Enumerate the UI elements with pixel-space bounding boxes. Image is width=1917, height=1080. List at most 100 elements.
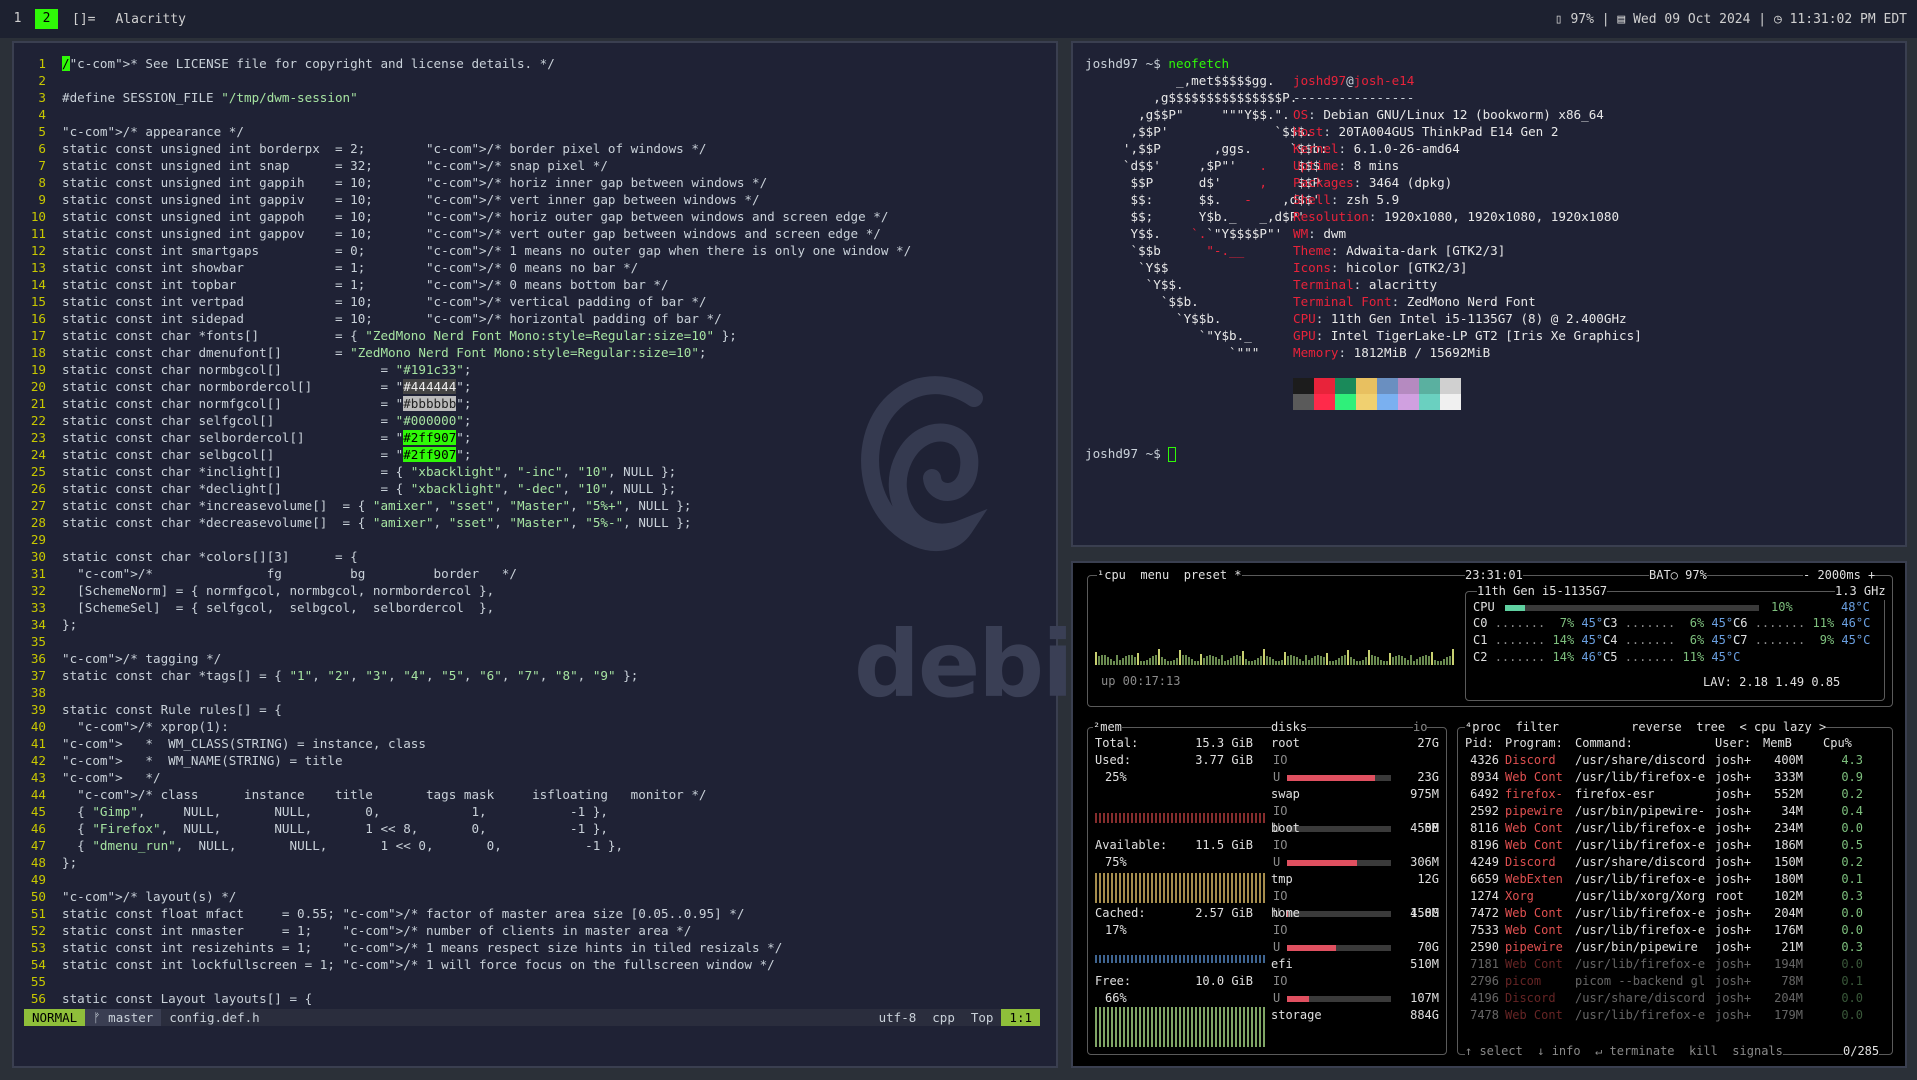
proc-cell[interactable]: josh+ (1715, 803, 1751, 820)
code-line[interactable]: 36 "c-com">/* tagging */ (22, 650, 911, 667)
code-line[interactable]: 54 static const int lockfullscreen = 1; "… (22, 956, 911, 973)
proc-cell[interactable]: 204M (1763, 990, 1803, 1007)
code-line[interactable]: 19 static const char normbgcol[] = "#191c… (22, 361, 911, 378)
proc-cell[interactable]: picom --backend gl (1575, 973, 1705, 990)
code-line[interactable]: 52 static const int nmaster = 1; "c-com">… (22, 922, 911, 939)
tag-1[interactable]: 1 (6, 9, 29, 29)
proc-cell[interactable]: 7181 (1465, 956, 1499, 973)
code-line[interactable]: 30 static const char *colors[][3] = { (22, 548, 911, 565)
proc-cell[interactable]: Web Cont (1505, 956, 1563, 973)
proc-cell[interactable]: 2796 (1465, 973, 1499, 990)
proc-cell[interactable]: 0.9 (1823, 769, 1863, 786)
proc-cell[interactable]: josh+ (1715, 871, 1751, 888)
code-line[interactable]: 42 "c-com"> * WM_NAME(STRING) = title (22, 752, 911, 769)
proc-cell[interactable]: pipewire (1505, 939, 1563, 956)
proc-cell[interactable]: Web Cont (1505, 820, 1563, 837)
code-line[interactable]: 35 (22, 633, 911, 650)
proc-cell[interactable]: root (1715, 888, 1744, 905)
proc-cell[interactable]: 4326 (1465, 752, 1499, 769)
proc-cell[interactable]: 6659 (1465, 871, 1499, 888)
proc-cell[interactable]: josh+ (1715, 1007, 1751, 1024)
proc-cell[interactable]: 8116 (1465, 820, 1499, 837)
layout-symbol[interactable]: []= (72, 12, 95, 27)
proc-cell[interactable]: josh+ (1715, 939, 1751, 956)
proc-cell[interactable]: WebExten (1505, 871, 1563, 888)
proc-cell[interactable]: Web Cont (1505, 905, 1563, 922)
code-line[interactable]: 44 "c-com">/* class instance title tags … (22, 786, 911, 803)
proc-tabs[interactable]: ⁴proc filter reverse tree < cpu lazy > (1465, 719, 1827, 736)
proc-cell[interactable]: 0.3 (1823, 888, 1863, 905)
proc-cell[interactable]: 176M (1763, 922, 1803, 939)
code-line[interactable]: 29 (22, 531, 911, 548)
proc-header[interactable]: MemB (1763, 735, 1792, 752)
proc-cell[interactable]: 1274 (1465, 888, 1499, 905)
code-line[interactable]: 14 static const int topbar = 1; "c-com">/… (22, 276, 911, 293)
proc-cell[interactable]: 400M (1763, 752, 1803, 769)
code-line[interactable]: 17 static const char *fonts[] = { "ZedMon… (22, 327, 911, 344)
proc-header[interactable]: Program: (1505, 735, 1563, 752)
proc-cell[interactable]: 8196 (1465, 837, 1499, 854)
proc-cell[interactable]: pipewire (1505, 803, 1563, 820)
proc-cell[interactable]: /usr/lib/firefox-e (1575, 820, 1705, 837)
proc-cell[interactable]: /usr/bin/pipewire- (1575, 803, 1705, 820)
proc-cell[interactable]: 0.1 (1823, 973, 1863, 990)
proc-cell[interactable]: firefox-esr (1575, 786, 1654, 803)
proc-header[interactable]: Pid: (1465, 735, 1494, 752)
proc-cell[interactable]: Discord (1505, 854, 1556, 871)
code-line[interactable]: 43 "c-com"> */ (22, 769, 911, 786)
proc-cell[interactable]: Xorg (1505, 888, 1534, 905)
proc-cell[interactable]: 0.0 (1823, 1007, 1863, 1024)
proc-cell[interactable]: 0.1 (1823, 871, 1863, 888)
code-line[interactable]: 51 static const float mfact = 0.55; "c-co… (22, 905, 911, 922)
proc-cell[interactable]: 2592 (1465, 803, 1499, 820)
proc-cell[interactable]: 4.3 (1823, 752, 1863, 769)
proc-cell[interactable]: 0.4 (1823, 803, 1863, 820)
proc-cell[interactable]: 6492 (1465, 786, 1499, 803)
code-line[interactable]: 31 "c-com">/* fg bg border */ (22, 565, 911, 582)
neofetch-terminal-window[interactable]: joshd97 ~$ neofetch _,met$$$$$gg. ,g$$$$… (1071, 41, 1907, 547)
proc-cell[interactable]: josh+ (1715, 837, 1751, 854)
code-line[interactable]: 6 static const unsigned int borderpx = 2;… (22, 140, 911, 157)
proc-cell[interactable]: 0.5 (1823, 837, 1863, 854)
code-line[interactable]: 34}; (22, 616, 911, 633)
code-line[interactable]: 12 static const int smartgaps = 0; "c-com… (22, 242, 911, 259)
proc-header[interactable]: Command: (1575, 735, 1633, 752)
proc-cell[interactable]: /usr/bin/pipewire (1575, 939, 1698, 956)
proc-header[interactable]: Cpu% (1823, 735, 1852, 752)
code-line[interactable]: 56 static const Layout layouts[] = { (22, 990, 911, 1007)
proc-cell[interactable]: /usr/lib/firefox-e (1575, 837, 1705, 854)
proc-cell[interactable]: 2590 (1465, 939, 1499, 956)
proc-cell[interactable]: 204M (1763, 905, 1803, 922)
code-line[interactable]: 53 static const int resizehints = 1; "c-c… (22, 939, 911, 956)
code-line[interactable]: 48}; (22, 854, 911, 871)
code-line[interactable]: 7 static const unsigned int snap = 32; "c… (22, 157, 911, 174)
code-line[interactable]: 4 (22, 106, 911, 123)
code-line[interactable]: 27 static const char *increasevolume[] = … (22, 497, 911, 514)
proc-cell[interactable]: 4249 (1465, 854, 1499, 871)
proc-cell[interactable]: 552M (1763, 786, 1803, 803)
code-line[interactable]: 46 { "Firefox", NULL, NULL, 1 << 8, 0, -… (22, 820, 911, 837)
code-line[interactable]: 18 static const char dmenufont[] = "ZedMo… (22, 344, 911, 361)
code-line[interactable]: 20 static const char normbordercol[] = "#… (22, 378, 911, 395)
code-line[interactable]: 9 static const unsigned int gappiv = 10; … (22, 191, 911, 208)
code-line[interactable]: 39 static const Rule rules[] = { (22, 701, 911, 718)
proc-cell[interactable]: josh+ (1715, 956, 1751, 973)
refresh-rate[interactable]: - 2000ms + (1803, 567, 1876, 584)
proc-cell[interactable]: Web Cont (1505, 1007, 1563, 1024)
code-line[interactable]: 1/"c-com">* See LICENSE file for copyrig… (22, 55, 911, 72)
code-line[interactable]: 40 "c-com">/* xprop(1): (22, 718, 911, 735)
proc-cell[interactable]: josh+ (1715, 922, 1751, 939)
proc-cell[interactable]: 78M (1763, 973, 1803, 990)
code-line[interactable]: 15 static const int vertpad = 10; "c-com"… (22, 293, 911, 310)
proc-cell[interactable]: 0.2 (1823, 854, 1863, 871)
code-line[interactable]: 21 static const char normfgcol[] = "#bbbb… (22, 395, 911, 412)
proc-cell[interactable]: josh+ (1715, 990, 1751, 1007)
proc-cell[interactable]: 4196 (1465, 990, 1499, 1007)
code-line[interactable]: 16 static const int sidepad = 10; "c-com"… (22, 310, 911, 327)
code-line[interactable]: 45 { "Gimp", NULL, NULL, 0, 1, -1 }, (22, 803, 911, 820)
proc-cell[interactable]: josh+ (1715, 854, 1751, 871)
code-line[interactable]: 11 static const unsigned int gappov = 10;… (22, 225, 911, 242)
vim-editor-window[interactable]: debian 1/"c-com">* See LICENSE file for … (12, 41, 1197, 1068)
code-line[interactable]: 47 { "dmenu_run", NULL, NULL, 1 << 0, 0,… (22, 837, 911, 854)
proc-cell[interactable]: picom (1505, 973, 1541, 990)
